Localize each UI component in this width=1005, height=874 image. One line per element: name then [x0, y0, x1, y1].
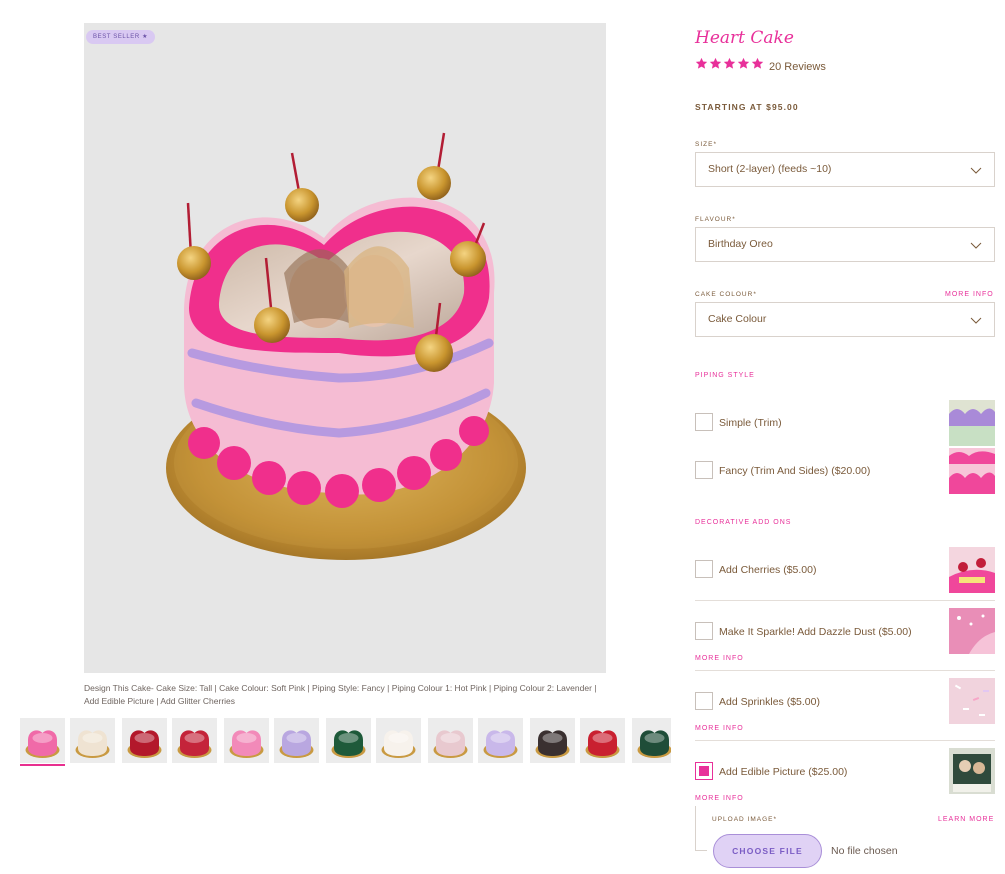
cake-colour-select[interactable]: Cake Colour — [695, 302, 995, 337]
thumb-red-cherry-cake[interactable] — [580, 718, 625, 763]
chevron-down-icon — [970, 317, 982, 324]
cake-colour-select-value: Cake Colour — [708, 313, 767, 325]
addon-sprinkles[interactable]: Add Sprinkles ($5.00) — [695, 678, 995, 724]
flavour-label: FLAVOUR* — [695, 216, 736, 223]
upload-image-label: UPLOAD IMAGE* — [712, 816, 778, 823]
choose-file-button[interactable]: CHOOSE FILE — [713, 834, 822, 868]
piping-style-title: PIPING STYLE — [695, 372, 755, 379]
cake-thumbnail-image — [376, 718, 421, 763]
addon-divider — [695, 670, 995, 671]
piping-option-simple[interactable]: Simple (Trim) — [695, 400, 995, 446]
piping-simple-image — [949, 400, 995, 446]
thumb-lavender-cake[interactable] — [274, 718, 319, 763]
image-caption: Design This Cake- Cake Size: Tall | Cake… — [84, 683, 597, 706]
addon-dazzle-dust[interactable]: Make It Sparkle! Add Dazzle Dust ($5.00) — [695, 608, 995, 654]
star-rating[interactable] — [695, 57, 764, 73]
cake-thumbnail-image — [224, 718, 269, 763]
star-icon — [723, 57, 736, 69]
addon-edible-picture-label: Add Edible Picture ($25.00) — [719, 766, 848, 778]
heart-cake-illustration — [166, 132, 526, 560]
size-label: SIZE* — [695, 141, 717, 148]
reviews-link[interactable]: 20 Reviews — [769, 61, 826, 73]
addon-cherries[interactable]: Add Cherries ($5.00) — [695, 547, 995, 593]
piping-fancy-checkbox[interactable] — [695, 461, 713, 479]
addon-edible-picture-checkbox[interactable] — [695, 762, 713, 780]
addon-dazzle-dust-label: Make It Sparkle! Add Dazzle Dust ($5.00) — [719, 626, 912, 638]
thumb-red-cake[interactable] — [122, 718, 167, 763]
thumb-green-cake[interactable] — [326, 718, 371, 763]
upload-connector — [695, 850, 707, 851]
addon-sprinkles-image — [949, 678, 995, 724]
cake-colour-label: CAKE COLOUR* — [695, 291, 757, 298]
addon-edible-picture[interactable]: Add Edible Picture ($25.00) — [695, 748, 995, 794]
size-select-value: Short (2-layer) (feeds ~10) — [708, 163, 832, 175]
thumb-cream-cake[interactable] — [70, 718, 115, 763]
addon-cherries-checkbox[interactable] — [695, 560, 713, 578]
cake-thumbnail-image — [326, 718, 371, 763]
piping-simple-checkbox[interactable] — [695, 413, 713, 431]
thumb-pink-heart-cake[interactable] — [20, 718, 65, 763]
addon-dazzle-dust-checkbox[interactable] — [695, 622, 713, 640]
best-seller-badge: BEST SELLER ★ — [86, 30, 156, 44]
thumb-purple-white-cake[interactable] — [478, 718, 523, 763]
addon-edible-picture-image — [949, 748, 995, 794]
product-hero-image[interactable] — [84, 23, 606, 673]
star-icon — [737, 57, 750, 69]
cake-thumbnail-image — [632, 718, 671, 763]
cake-thumbnail-image — [172, 718, 217, 763]
sprinkles-more-info-link[interactable]: MORE INFO — [695, 725, 744, 732]
product-price: STARTING AT $95.00 — [695, 102, 799, 112]
dazzle-dust-more-info-link[interactable]: MORE INFO — [695, 655, 744, 662]
thumbnail-strip — [20, 718, 671, 766]
product-title: Heart Cake — [695, 28, 794, 48]
addon-sprinkles-checkbox[interactable] — [695, 692, 713, 710]
addon-dazzle-dust-image — [949, 608, 995, 654]
chevron-down-icon — [970, 242, 982, 249]
cake-thumbnail-image — [428, 718, 473, 763]
star-icon — [751, 57, 764, 69]
cake-thumbnail-image — [20, 718, 65, 763]
cake-colour-more-info-link[interactable]: MORE INFO — [945, 291, 994, 298]
addon-cherries-image — [949, 547, 995, 593]
cake-thumbnail-image — [478, 718, 523, 763]
file-status: No file chosen — [831, 845, 898, 857]
size-select[interactable]: Short (2-layer) (feeds ~10) — [695, 152, 995, 187]
upload-learn-more-link[interactable]: LEARN MORE — [938, 816, 994, 823]
addon-sprinkles-label: Add Sprinkles ($5.00) — [719, 696, 820, 708]
decorative-add-ons-title: DECORATIVE ADD ONS — [695, 519, 792, 526]
addon-cherries-label: Add Cherries ($5.00) — [719, 564, 817, 576]
thumb-mint-pink-cake[interactable] — [428, 718, 473, 763]
addon-divider — [695, 740, 995, 741]
active-thumbnail-indicator — [20, 764, 65, 766]
flavour-select[interactable]: Birthday Oreo — [695, 227, 995, 262]
addon-divider — [695, 600, 995, 601]
thumb-black-white-cake[interactable] — [530, 718, 575, 763]
piping-fancy-label: Fancy (Trim And Sides) ($20.00) — [719, 465, 871, 477]
thumb-dark-green-cake[interactable] — [632, 718, 671, 763]
star-icon — [709, 57, 722, 69]
thumb-pink-cake[interactable] — [224, 718, 269, 763]
thumb-red-heart-cake[interactable] — [172, 718, 217, 763]
upload-connector — [695, 806, 696, 850]
cake-thumbnail-image — [580, 718, 625, 763]
star-icon — [695, 57, 708, 69]
piping-fancy-image — [949, 448, 995, 494]
flavour-select-value: Birthday Oreo — [708, 238, 773, 250]
cake-thumbnail-image — [70, 718, 115, 763]
chevron-down-icon — [970, 167, 982, 174]
cake-thumbnail-image — [530, 718, 575, 763]
edible-picture-more-info-link[interactable]: MORE INFO — [695, 795, 744, 802]
thumb-colour-swatches[interactable] — [376, 718, 421, 763]
cake-thumbnail-image — [122, 718, 167, 763]
piping-simple-label: Simple (Trim) — [719, 417, 782, 429]
piping-option-fancy[interactable]: Fancy (Trim And Sides) ($20.00) — [695, 448, 995, 494]
cake-thumbnail-image — [274, 718, 319, 763]
